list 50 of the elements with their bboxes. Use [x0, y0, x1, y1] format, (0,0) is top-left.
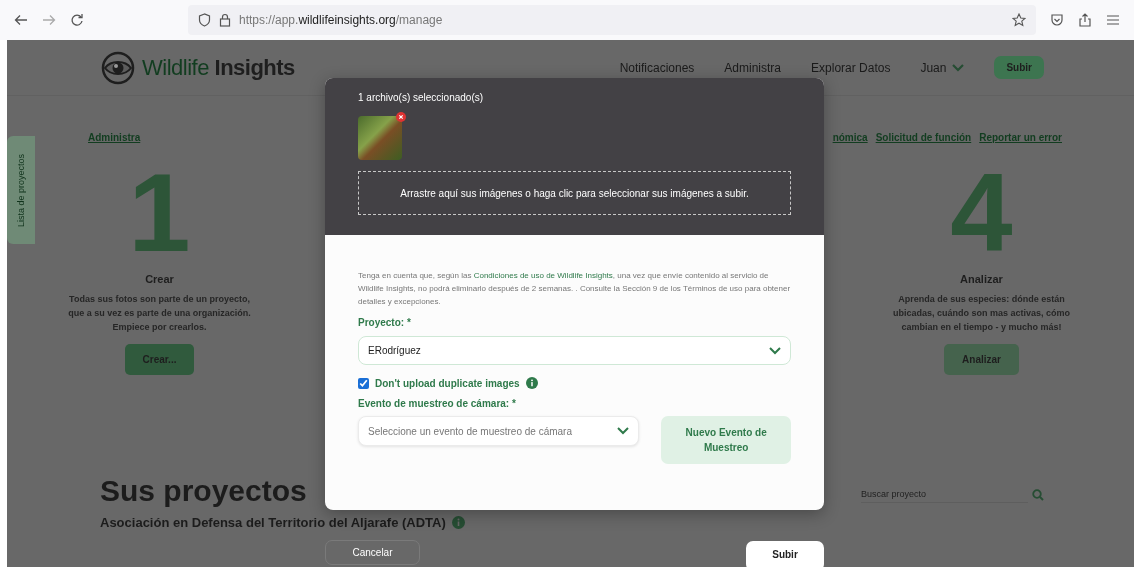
remove-icon[interactable] — [396, 112, 406, 122]
submit-button[interactable]: Subir — [746, 541, 824, 567]
logo-text[interactable]: Wildlife Insights — [142, 54, 295, 81]
nav-link[interactable]: Explorar Datos — [811, 60, 891, 75]
step-description: Aprenda de sus especies: dónde están ubicadas, cuándo son mas activas, cómo cambian en el tiempo - y mucho más! — [891, 293, 1072, 334]
shield-icon — [198, 13, 211, 27]
duplicate-label: Don't upload duplicate images — [375, 377, 520, 389]
duplicate-checkbox[interactable] — [358, 377, 369, 389]
upload-button[interactable]: Subir — [994, 56, 1044, 79]
user-menu[interactable]: Juan — [920, 60, 947, 75]
step-title: Crear — [145, 273, 174, 285]
cancel-button[interactable]: Cancelar — [325, 540, 420, 565]
back-arrow-icon[interactable] — [14, 14, 28, 26]
chevron-down-icon[interactable] — [769, 346, 781, 355]
project-list-tab[interactable]: Lista de proyectos — [7, 136, 35, 244]
lock-icon — [219, 13, 231, 27]
share-icon[interactable] — [1078, 13, 1092, 27]
photo-placeholder — [358, 116, 402, 160]
info-icon[interactable] — [525, 377, 538, 389]
pocket-icon[interactable] — [1050, 13, 1064, 27]
terms-notice: Tenga en cuenta que, según las Condiciones de uso de Wildlife Insights, una vez que envíe contenido al servicio de Wildlife Insights, no podrá eliminarlo después de 2 semanas. . Consulte la Sección 9 de los Términos de uso para obtener detalles y excepciones. — [358, 270, 791, 308]
nav-link[interactable]: Notificaciones — [619, 60, 695, 75]
selected-count: 1 archivo(s) seleccionado(s) — [358, 92, 485, 103]
url-text: https://app.wildlifeinsights.org/manage — [239, 13, 443, 27]
event-select[interactable]: Seleccione un evento de muestreo de cámara — [358, 416, 640, 446]
step-button[interactable]: Analizar — [944, 344, 1019, 375]
page-link[interactable]: nómica — [832, 132, 868, 143]
bookmark-star-icon[interactable] — [1012, 13, 1026, 27]
step-description: Todas sus fotos son parte de un proyecto, que a su vez es parte de una organización. Empiece por crearlos. — [67, 293, 252, 334]
dropzone[interactable]: Arrastre aquí sus imágenes o haga clic para seleccionar sus imágenes a subir. — [358, 171, 791, 215]
reload-icon[interactable] — [70, 13, 84, 27]
event-label: Evento de muestreo de cámara: * — [358, 398, 517, 409]
projects-heading: Sus proyectos — [100, 473, 307, 509]
chevron-down-icon[interactable] — [617, 427, 630, 435]
project-label: Proyecto: * — [358, 317, 412, 328]
project-name[interactable]: Asociación en Defensa del Territorio del Aljarafe (ADTA) — [100, 515, 446, 530]
step-title: Analizar — [960, 273, 1003, 285]
page-link[interactable]: Reportar un error — [979, 132, 1062, 143]
project-select[interactable]: ERodríguez — [358, 336, 791, 365]
terms-link[interactable]: Condiciones de uso de Wildlife Insights — [473, 271, 613, 280]
search-field[interactable]: Buscar proyecto — [861, 486, 1028, 503]
nav-link[interactable]: Administra — [724, 60, 782, 75]
step-number: 4 — [950, 157, 1013, 269]
address-bar[interactable]: https://app.wildlifeinsights.org/manage — [188, 5, 1036, 35]
page-link[interactable]: Solicitud de función — [875, 132, 972, 143]
manage-link[interactable]: Administra — [88, 132, 141, 143]
step-number: 1 — [128, 157, 191, 269]
new-event-button[interactable]: Nuevo Evento de Muestreo — [661, 416, 791, 464]
eye-logo-icon — [100, 50, 136, 85]
step-button[interactable]: Crear... — [124, 344, 195, 375]
